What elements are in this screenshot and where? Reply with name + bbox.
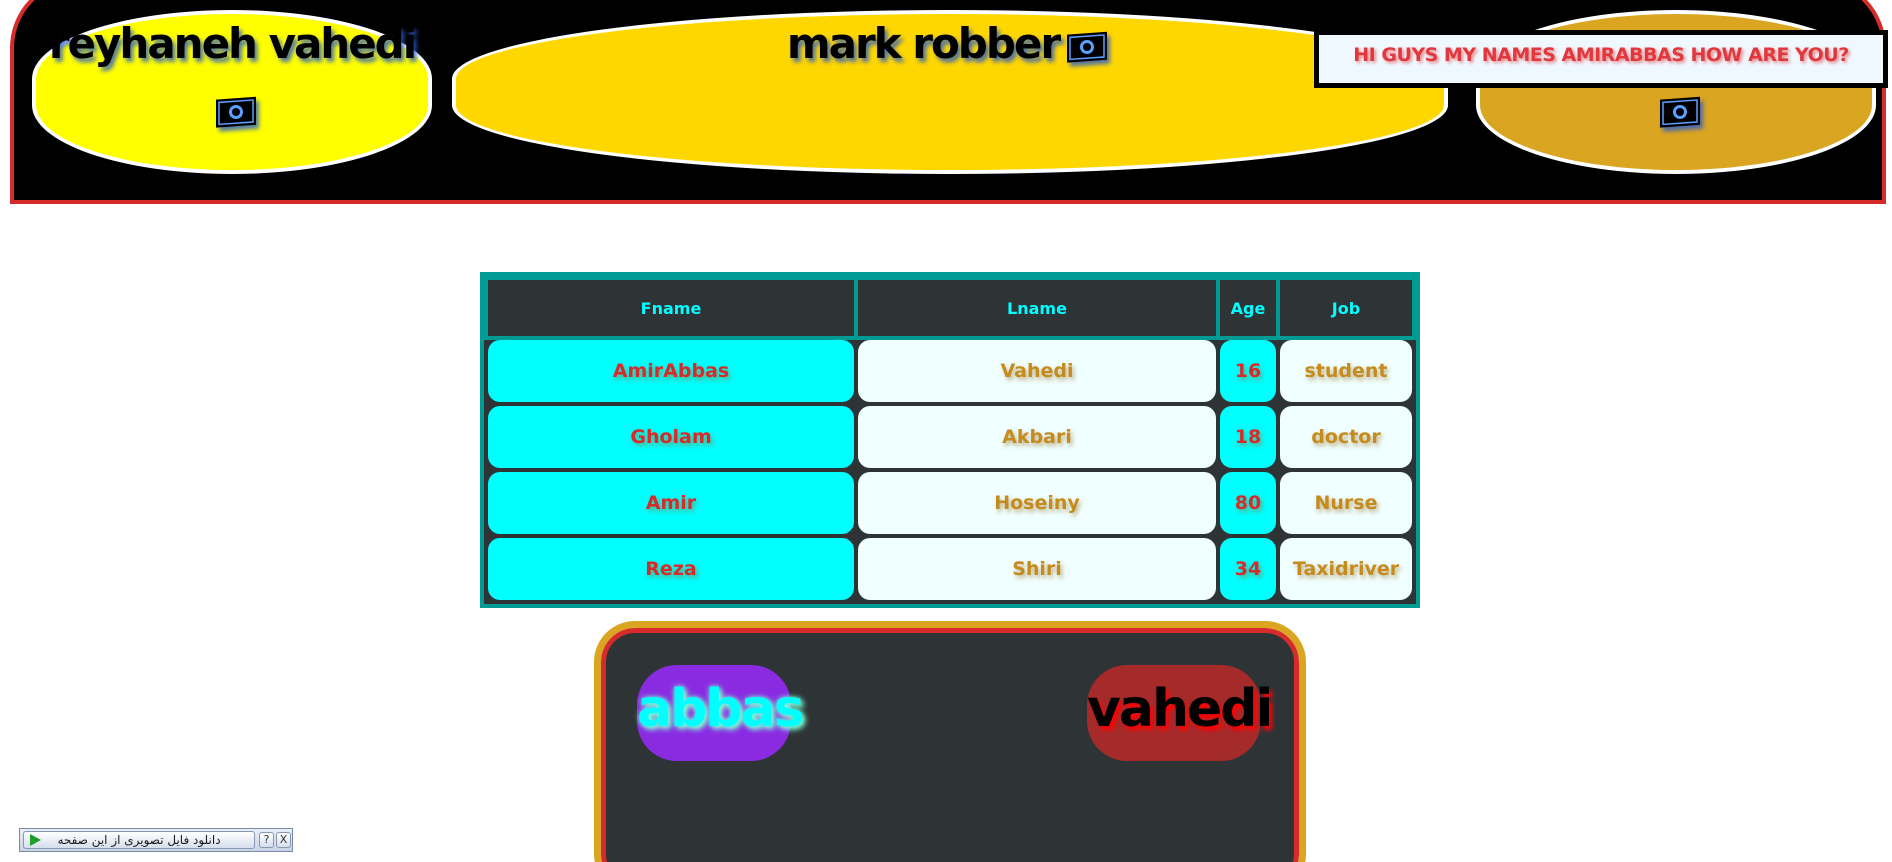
download-image-button[interactable]: دانلود فایل تصویری از این صفحه <box>23 831 255 849</box>
cell-age: 34 <box>1220 538 1276 600</box>
download-label: دانلود فایل تصویری از این صفحه <box>57 833 221 847</box>
people-table: Fname Lname Age Job AmirAbbas Vahedi 16 … <box>480 272 1420 608</box>
close-button[interactable]: X <box>276 832 291 848</box>
table-row: Amir Hoseiny 80 Nurse <box>488 472 1412 534</box>
middle-name-title: mark robber <box>456 19 1444 68</box>
middle-name-text: mark robber <box>786 19 1061 68</box>
cell-age: 18 <box>1220 406 1276 468</box>
cell-lname: Shiri <box>858 538 1216 600</box>
money-bill-icon <box>1654 92 1706 132</box>
table-row: Reza Shiri 34 Taxidriver <box>488 538 1412 600</box>
table-row: Gholam Akbari 18 doctor <box>488 406 1412 468</box>
cell-fname: Amir <box>488 472 854 534</box>
cell-fname: AmirAbbas <box>488 340 854 402</box>
cell-lname: Akbari <box>858 406 1216 468</box>
cell-fname: Gholam <box>488 406 854 468</box>
cell-job: Nurse <box>1280 472 1412 534</box>
cell-lname: Hoseiny <box>858 472 1216 534</box>
cell-fname: Reza <box>488 538 854 600</box>
help-button[interactable]: ? <box>259 832 274 848</box>
download-toolbar: دانلود فایل تصویری از این صفحه ? X <box>19 828 293 852</box>
money-bill-icon <box>1061 27 1113 67</box>
last-name-pill: vahedi <box>1087 665 1273 761</box>
cell-age: 16 <box>1220 340 1276 402</box>
column-header-fname: Fname <box>484 276 858 340</box>
greeting-box: HI GUYS MY NAMES AMIRABBAS HOW ARE YOU? <box>1314 30 1888 88</box>
money-bill-icon <box>210 92 262 132</box>
middle-name-pill: mark robber <box>452 10 1448 174</box>
cell-job: doctor <box>1280 406 1412 468</box>
column-header-age: Age <box>1216 276 1280 340</box>
column-header-job: Job <box>1276 276 1416 340</box>
cell-job: Taxidriver <box>1280 538 1412 600</box>
name-card: abbas vahedi <box>594 621 1306 862</box>
cell-lname: Vahedi <box>858 340 1216 402</box>
left-name-pill: reyhaneh vahedi <box>32 10 432 174</box>
table-row: AmirAbbas Vahedi 16 student <box>488 340 1412 402</box>
cell-job: student <box>1280 340 1412 402</box>
left-name-title: reyhaneh vahedi <box>48 19 417 68</box>
cell-age: 80 <box>1220 472 1276 534</box>
play-icon <box>30 834 41 846</box>
column-header-lname: Lname <box>854 276 1220 340</box>
first-name-pill: abbas <box>637 665 805 761</box>
table-header-row: Fname Lname Age Job <box>484 276 1416 340</box>
